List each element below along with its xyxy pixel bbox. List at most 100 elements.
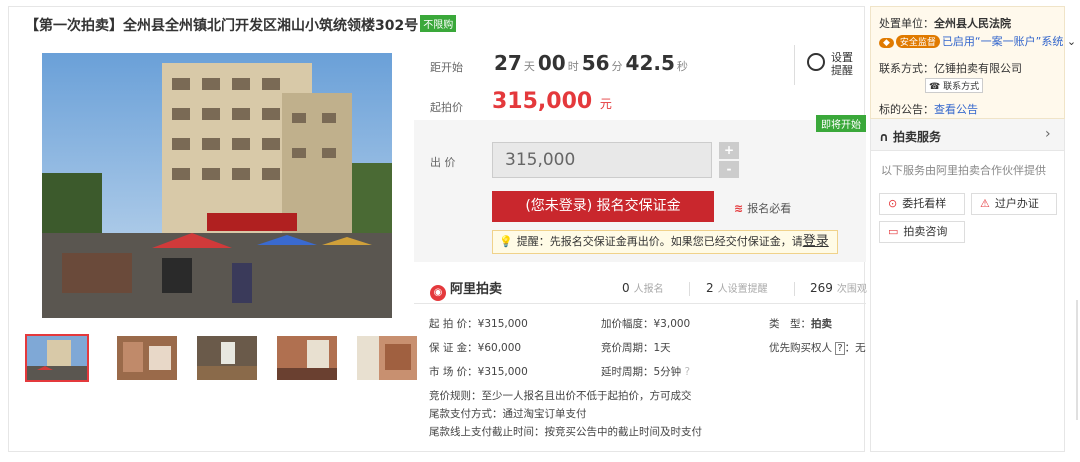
- info-increment: 加价幅度：¥3,000: [601, 318, 691, 330]
- reminder-count-label: 人设置提醒: [717, 284, 768, 295]
- hours-unit: 时: [567, 60, 579, 73]
- location-pin-icon: ⊙: [888, 197, 898, 210]
- info-delay-text: 延时周期：5分钟: [601, 366, 682, 378]
- reminder-count: 2 人设置提醒: [706, 280, 768, 295]
- signup-count-label: 人报名: [633, 284, 664, 295]
- login-link[interactable]: 登录: [803, 234, 829, 249]
- view-notice-link[interactable]: 查看公告: [934, 103, 978, 116]
- scrollbar-edge: [1076, 300, 1078, 420]
- minutes-unit: 分: [611, 60, 623, 73]
- page-title: 【第一次拍卖】全州县全州镇北门开发区湘山小筑统领楼302号 不限购: [25, 15, 457, 35]
- start-price: 315,000 元: [492, 89, 612, 114]
- building-photo-image: [42, 53, 392, 318]
- start-price-label: 起拍价: [430, 101, 463, 114]
- set-reminder-button[interactable]: 设置 提醒: [794, 45, 854, 85]
- signup-count-value: 0: [622, 281, 630, 295]
- auction-page: 【第一次拍卖】全州县全州镇北门开发区湘山小筑统领楼302号 不限购 距开始 27…: [0, 0, 1080, 462]
- decrease-bid-button[interactable]: -: [719, 161, 739, 178]
- info-priority-value: ：无: [844, 342, 866, 354]
- main-photo[interactable]: [42, 53, 392, 318]
- contact-button[interactable]: ☎ 联系方式: [925, 78, 984, 93]
- brand-name: 阿里拍卖: [450, 282, 503, 297]
- info-priority-label: 优先购买权人: [769, 342, 832, 354]
- info-rule: 竞价规则：至少一人报名且出价不低于起拍价，方可成交: [429, 390, 692, 402]
- auction-services-panel: ∩ 拍卖服务 › 以下服务由阿里拍卖合作伙伴提供 ⊙ 委托看样 ⚠ 过户办证 ▭ 拍卖…: [870, 119, 1065, 452]
- auction-consult-button[interactable]: ▭ 拍卖咨询: [879, 221, 965, 243]
- court-info-panel: 处置单位：全州县人民法院 ◆ 安全监督 已启用“一案一账户”系统 ⌄ 联系方式：亿锤…: [870, 6, 1076, 119]
- info-type-label: 类 型：: [769, 318, 811, 330]
- court-name: 全州县人民法院: [934, 17, 1011, 30]
- thumbnail-3-image: [197, 336, 257, 380]
- info-type: 类 型：拍卖: [769, 316, 832, 331]
- thumbnail-5-image: [357, 336, 417, 380]
- tip-text: 提醒：先报名交保证金再出价。如果您已经交付保证金，请: [516, 235, 803, 248]
- services-title: ∩ 拍卖服务: [879, 128, 941, 145]
- bid-amount-input[interactable]: [492, 142, 712, 178]
- view-count-value: 269: [810, 281, 833, 295]
- thumbnail-5[interactable]: [355, 334, 419, 382]
- countdown-panel: 距开始 27 天 00 时 56 分 42.5 秒 起拍价 315,000 元 设置 提醒: [414, 37, 866, 117]
- transfer-certificate-button[interactable]: ⚠ 过户办证: [971, 193, 1057, 215]
- days-unit: 天: [523, 60, 535, 73]
- info-cycle: 竞价周期：1天: [601, 342, 671, 354]
- shield-icon: ◆: [879, 38, 894, 48]
- signup-count: 0 人报名: [622, 280, 664, 295]
- view-count-label: 次围观: [836, 284, 867, 295]
- entrust-viewing-label: 委托看样: [902, 197, 947, 210]
- thumbnail-3[interactable]: [195, 334, 259, 382]
- countdown-days: 27: [494, 51, 522, 75]
- countdown-minutes: 56: [581, 51, 610, 75]
- auction-consult-label: 拍卖咨询: [903, 225, 948, 238]
- thumbnail-2[interactable]: [115, 334, 179, 382]
- court-label: 处置单位：: [879, 17, 934, 30]
- ali-logo-icon: ◉: [430, 285, 446, 301]
- info-priority: 优先购买权人 ? ：无: [769, 340, 866, 355]
- countdown-hours: 00: [537, 51, 566, 75]
- headset-icon: ∩: [879, 130, 889, 144]
- notice-label: 标的公告：: [879, 103, 934, 116]
- start-price-value: 315,000: [492, 89, 593, 114]
- thumbnail-4-image: [277, 336, 337, 380]
- reminder-line-2: 提醒: [831, 64, 853, 77]
- ali-auction-logo: ◉ 阿里拍卖: [430, 278, 502, 301]
- services-title-text: 拍卖服务: [892, 130, 941, 144]
- notice-row: 标的公告：查看公告: [879, 101, 978, 117]
- info-payment: 尾款支付方式：通过淘宝订单支付: [429, 408, 587, 420]
- chevron-right-icon: ›: [1045, 126, 1051, 142]
- contact-button-label: 联系方式: [943, 82, 980, 92]
- safe-account-text: 已启用“一案一账户”系统: [941, 35, 1064, 48]
- question-icon[interactable]: ?: [685, 366, 691, 378]
- book-icon: ≋: [734, 202, 744, 215]
- help-icon[interactable]: ?: [835, 342, 845, 355]
- signup-deposit-button[interactable]: (您未登录) 报名交保证金: [492, 191, 714, 222]
- must-read-link[interactable]: ≋ 报名必看: [734, 200, 791, 216]
- transfer-certificate-label: 过户办证: [994, 197, 1039, 210]
- reminder-line-1: 设置: [831, 51, 853, 64]
- safe-account-row[interactable]: ◆ 安全监督 已启用“一案一账户”系统 ⌄: [879, 33, 1076, 49]
- thumbnail-2-image: [117, 336, 177, 380]
- document-icon: ⚠: [980, 197, 990, 210]
- upcoming-status-tag: 即将开始: [816, 115, 866, 132]
- countdown-label: 距开始: [430, 61, 463, 74]
- info-start-price: 起 拍 价：¥315,000: [429, 318, 528, 330]
- bid-panel: 即将开始 出 价 + - (您未登录) 报名交保证金 ≋报名必看 💡提醒：先报名…: [414, 115, 866, 262]
- increase-bid-button[interactable]: +: [719, 142, 739, 159]
- phone-icon: ☎: [929, 82, 941, 92]
- clock-icon: [807, 53, 825, 71]
- contact-company: 亿锤拍卖有限公司: [934, 62, 1022, 75]
- no-purchase-limit-badge: 不限购: [420, 15, 457, 32]
- services-header[interactable]: ∩ 拍卖服务 ›: [871, 119, 1064, 151]
- info-delay: 延时周期：5分钟 ?: [601, 364, 690, 379]
- thumbnail-1-image: [27, 336, 87, 380]
- entrust-viewing-button[interactable]: ⊙ 委托看样: [879, 193, 965, 215]
- divider: [794, 282, 795, 296]
- thumbnail-4[interactable]: [275, 334, 339, 382]
- info-deposit: 保 证 金：¥60,000: [429, 342, 522, 354]
- reminder-label: 设置 提醒: [831, 51, 853, 77]
- seconds-unit: 秒: [676, 60, 688, 73]
- info-type-value: 拍卖: [811, 318, 832, 330]
- chevron-down-icon: ⌄: [1063, 35, 1077, 48]
- bid-label: 出 价: [430, 156, 456, 169]
- thumbnail-1[interactable]: [25, 334, 89, 382]
- countdown-seconds: 42.5: [625, 51, 675, 75]
